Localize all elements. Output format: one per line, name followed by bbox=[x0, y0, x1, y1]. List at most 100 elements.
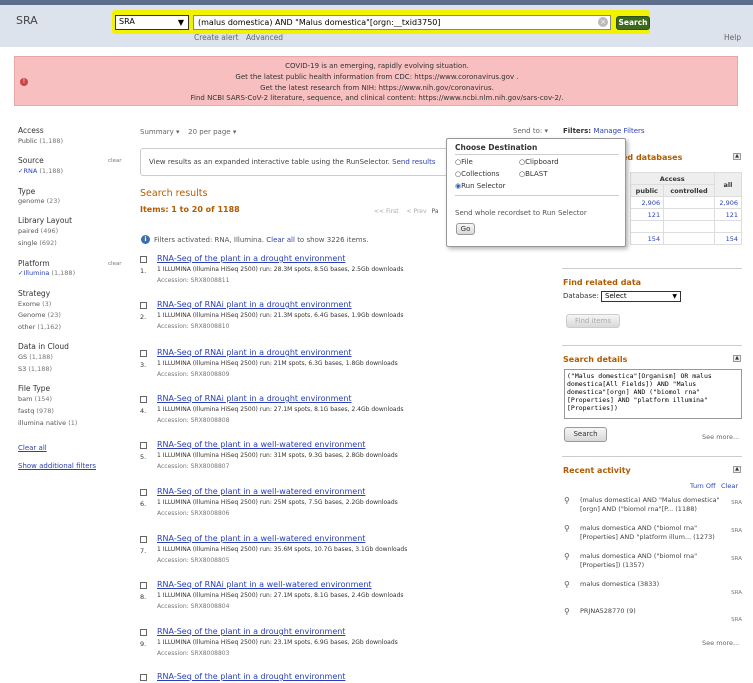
result-accession: Accession: SRX8008805 bbox=[157, 557, 230, 564]
result-title-link[interactable]: RNA-Seq of RNAi plant in a drought envir… bbox=[157, 394, 352, 403]
search-icon: ⚲ bbox=[564, 524, 570, 533]
linked-count-link[interactable]: 154 bbox=[648, 235, 660, 243]
result-checkbox[interactable] bbox=[140, 674, 147, 681]
filter-item-illumina-native[interactable]: illumina native (1) bbox=[18, 419, 77, 427]
filter-heading-access: Access bbox=[18, 126, 44, 135]
see-more-link[interactable]: See more... bbox=[702, 433, 739, 441]
option-clipboard[interactable]: ○Clipboard bbox=[519, 158, 559, 166]
clear-platform-link[interactable]: clear bbox=[108, 261, 122, 267]
filter-item-gs[interactable]: GS (1,188) bbox=[18, 353, 53, 361]
banner-line[interactable]: Get the latest research from NIH: https:… bbox=[15, 84, 739, 92]
public-column-header: public bbox=[629, 184, 665, 197]
filter-item-genome-strategy[interactable]: Genome (23) bbox=[18, 311, 61, 319]
show-additional-filters-link[interactable]: Show additional filters bbox=[18, 462, 96, 470]
filter-item-fastq[interactable]: fastq (978) bbox=[18, 407, 54, 415]
filter-item-rna[interactable]: ✓RNA (1,188) bbox=[18, 167, 63, 175]
result-title-link[interactable]: RNA-Seq of the plant in a well-watered e… bbox=[157, 487, 365, 496]
summary-dropdown[interactable]: Summary ▾ bbox=[140, 128, 180, 136]
send-to-dropdown[interactable]: Send to: ▾ bbox=[513, 127, 548, 135]
result-item: 6. RNA-Seq of the plant in a well-watere… bbox=[140, 487, 440, 532]
help-link[interactable]: Help bbox=[724, 33, 741, 42]
filter-heading-type: Type bbox=[18, 187, 36, 196]
clear-search-icon[interactable]: × bbox=[598, 17, 608, 27]
banner-line[interactable]: Find NCBI SARS-CoV-2 literature, sequenc… bbox=[15, 94, 739, 102]
collapse-icon[interactable]: ▲ bbox=[733, 466, 741, 473]
filter-item-other[interactable]: other (1,162) bbox=[18, 323, 61, 331]
option-run-selector[interactable]: ◉Run Selector bbox=[455, 182, 506, 190]
go-button[interactable]: Go bbox=[456, 223, 475, 235]
option-file[interactable]: ○File bbox=[455, 158, 473, 166]
search-input[interactable] bbox=[193, 15, 611, 30]
send-results-link[interactable]: Send results bbox=[392, 158, 435, 166]
result-title-link[interactable]: RNA-Seq of the plant in a drought enviro… bbox=[157, 672, 345, 681]
result-number: 4. bbox=[140, 407, 147, 415]
recent-activity-text[interactable]: PRJNA528770 (9) bbox=[580, 607, 725, 616]
filter-item-single[interactable]: single (692) bbox=[18, 239, 57, 247]
per-page-dropdown[interactable]: 20 per page ▾ bbox=[188, 128, 236, 136]
result-checkbox[interactable] bbox=[140, 489, 147, 496]
recent-activity-text[interactable]: malus domestica AND ("biomol rna"[Proper… bbox=[580, 524, 725, 542]
linked-count-link[interactable]: 121 bbox=[648, 211, 660, 219]
result-checkbox[interactable] bbox=[140, 629, 147, 636]
filter-heading-library-layout: Library Layout bbox=[18, 216, 73, 225]
result-title-link[interactable]: RNA-Seq of RNAi plant in a drought envir… bbox=[157, 300, 352, 309]
collapse-icon[interactable]: ▲ bbox=[733, 355, 741, 362]
find-items-button[interactable]: Find items bbox=[566, 314, 620, 328]
linked-count-link[interactable]: 2,906 bbox=[641, 199, 660, 207]
filter-item-exome[interactable]: Exome (3) bbox=[18, 300, 51, 308]
result-checkbox[interactable] bbox=[140, 302, 147, 309]
details-search-button[interactable]: Search bbox=[564, 427, 607, 442]
first-page-link[interactable]: << First bbox=[374, 208, 399, 215]
prev-page-link[interactable]: < Prev bbox=[407, 208, 427, 215]
create-alert-link[interactable]: Create alert bbox=[194, 33, 239, 42]
clear-history-link[interactable]: Clear bbox=[721, 482, 738, 490]
linked-count-link[interactable]: 121 bbox=[726, 211, 738, 219]
clear-all-link[interactable]: Clear all bbox=[266, 236, 295, 244]
result-title-link[interactable]: RNA-Seq of the plant in a well-watered e… bbox=[157, 440, 365, 449]
filter-item-s3[interactable]: S3 (1,188) bbox=[18, 365, 52, 373]
see-more-activity-link[interactable]: See more... bbox=[702, 639, 739, 647]
result-checkbox[interactable] bbox=[140, 396, 147, 403]
linked-count-link[interactable]: 2,906 bbox=[719, 199, 738, 207]
result-title-link[interactable]: RNA-Seq of RNAi plant in a well-watered … bbox=[157, 580, 372, 589]
collapse-icon[interactable]: ▲ bbox=[733, 153, 741, 160]
search-icon: ⚲ bbox=[564, 580, 570, 589]
result-title-link[interactable]: RNA-Seq of the plant in a well-watered e… bbox=[157, 534, 365, 543]
result-checkbox[interactable] bbox=[140, 442, 147, 449]
related-database-select[interactable]: Select ▼ bbox=[601, 291, 681, 302]
option-blast[interactable]: ○BLAST bbox=[519, 170, 547, 178]
filter-item-bam[interactable]: bam (154) bbox=[18, 395, 52, 403]
manage-filters-link[interactable]: Manage Filters bbox=[594, 127, 645, 135]
linked-count-link[interactable]: 154 bbox=[726, 235, 738, 243]
database-select[interactable]: SRA ▼ bbox=[115, 15, 189, 30]
filter-item-genome[interactable]: genome (23) bbox=[18, 197, 60, 205]
recent-activity-db: SRA bbox=[731, 590, 742, 596]
result-title-link[interactable]: RNA-Seq of the plant in a drought enviro… bbox=[157, 254, 345, 263]
info-icon: i bbox=[141, 235, 150, 244]
divider bbox=[455, 195, 619, 196]
search-button[interactable]: Search bbox=[616, 16, 650, 30]
items-count: Items: 1 to 20 of 1188 bbox=[140, 205, 240, 214]
clear-all-filters-link[interactable]: Clear all bbox=[18, 444, 47, 452]
recent-activity-text[interactable]: malus domestica AND ("biomol rna"[Proper… bbox=[580, 552, 725, 570]
result-title-link[interactable]: RNA-Seq of the plant in a drought enviro… bbox=[157, 627, 345, 636]
result-checkbox[interactable] bbox=[140, 536, 147, 543]
find-related-heading: Find related data bbox=[563, 278, 642, 287]
result-checkbox[interactable] bbox=[140, 582, 147, 589]
banner-line[interactable]: Get the latest public health information… bbox=[15, 73, 739, 81]
clear-source-link[interactable]: clear bbox=[108, 158, 122, 164]
search-details-textarea[interactable]: ("Malus domestica"[Organism] OR malus do… bbox=[564, 369, 742, 419]
divider bbox=[455, 154, 619, 155]
result-checkbox[interactable] bbox=[140, 350, 147, 357]
divider bbox=[562, 268, 742, 269]
turn-off-link[interactable]: Turn Off bbox=[690, 482, 715, 490]
filter-item-paired[interactable]: paired (496) bbox=[18, 227, 58, 235]
advanced-search-link[interactable]: Advanced bbox=[246, 33, 283, 42]
filter-item-illumina[interactable]: ✓Illumina (1,188) bbox=[18, 269, 75, 277]
filter-item-public[interactable]: Public (1,188) bbox=[18, 137, 63, 145]
result-title-link[interactable]: RNA-Seq of RNAi plant in a drought envir… bbox=[157, 348, 352, 357]
recent-activity-text[interactable]: (malus domestica) AND "Malus domestica"[… bbox=[580, 496, 725, 514]
recent-activity-text[interactable]: malus domestica (3833) bbox=[580, 580, 725, 589]
result-checkbox[interactable] bbox=[140, 256, 147, 263]
option-collections[interactable]: ○Collections bbox=[455, 170, 499, 178]
